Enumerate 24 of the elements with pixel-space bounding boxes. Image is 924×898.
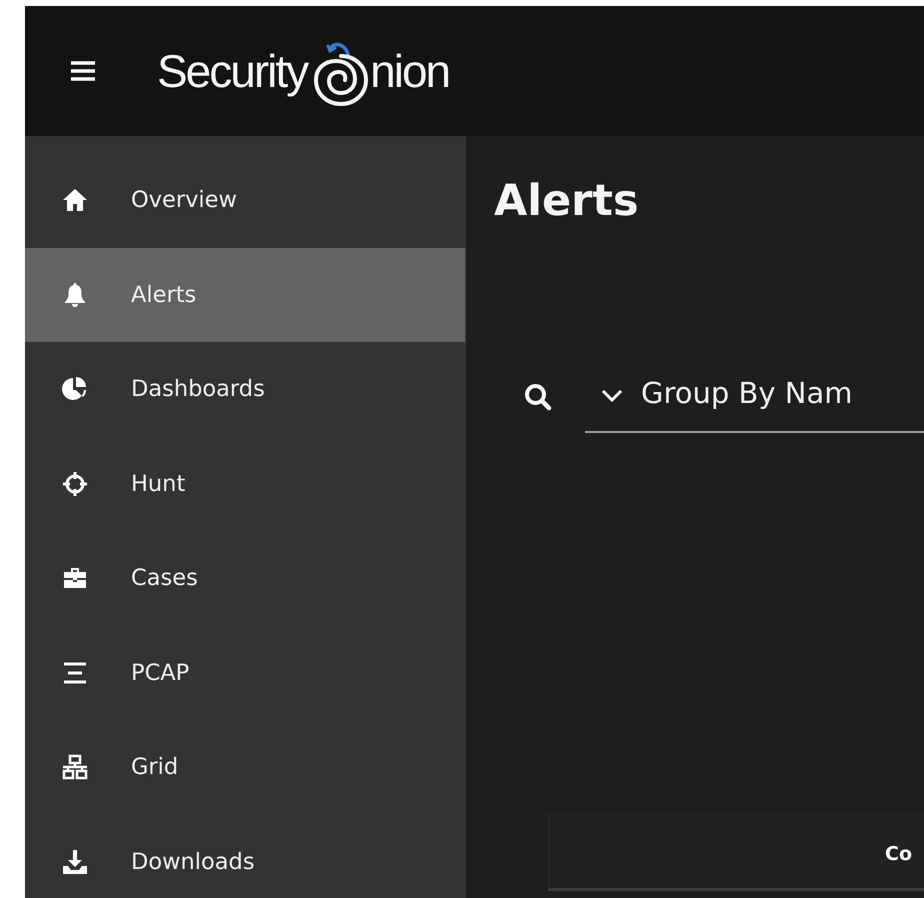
pie-chart-icon [62, 376, 88, 402]
sidebar-item[interactable]: Grid [25, 720, 465, 814]
chevron-down-icon[interactable] [601, 389, 623, 403]
network-icon [62, 754, 88, 780]
sidebar-item[interactable]: Cases [25, 531, 465, 626]
logo-text: nion [370, 44, 450, 98]
download-icon [62, 848, 88, 875]
sidebar-item[interactable]: Dashboards [25, 342, 465, 436]
page-title: Alerts [494, 176, 640, 226]
sidebar-item[interactable]: Downloads [25, 814, 465, 898]
logo-text: Security [157, 44, 308, 98]
home-icon [62, 188, 88, 212]
search-icon[interactable] [524, 383, 552, 411]
sidebar-item[interactable]: Hunt [25, 436, 465, 531]
column-header[interactable]: Co [885, 842, 912, 864]
sidebar-item[interactable]: Alerts [25, 248, 465, 342]
crosshair-icon [62, 470, 88, 497]
briefcase-icon [62, 566, 88, 590]
menu-icon[interactable] [71, 61, 95, 81]
sidebar-item[interactable]: PCAP [25, 626, 465, 720]
query-field[interactable]: Group By Nam [585, 365, 924, 433]
bell-icon [64, 282, 86, 308]
sidebar-item[interactable]: Overview [25, 153, 465, 248]
lines-icon [62, 662, 88, 684]
